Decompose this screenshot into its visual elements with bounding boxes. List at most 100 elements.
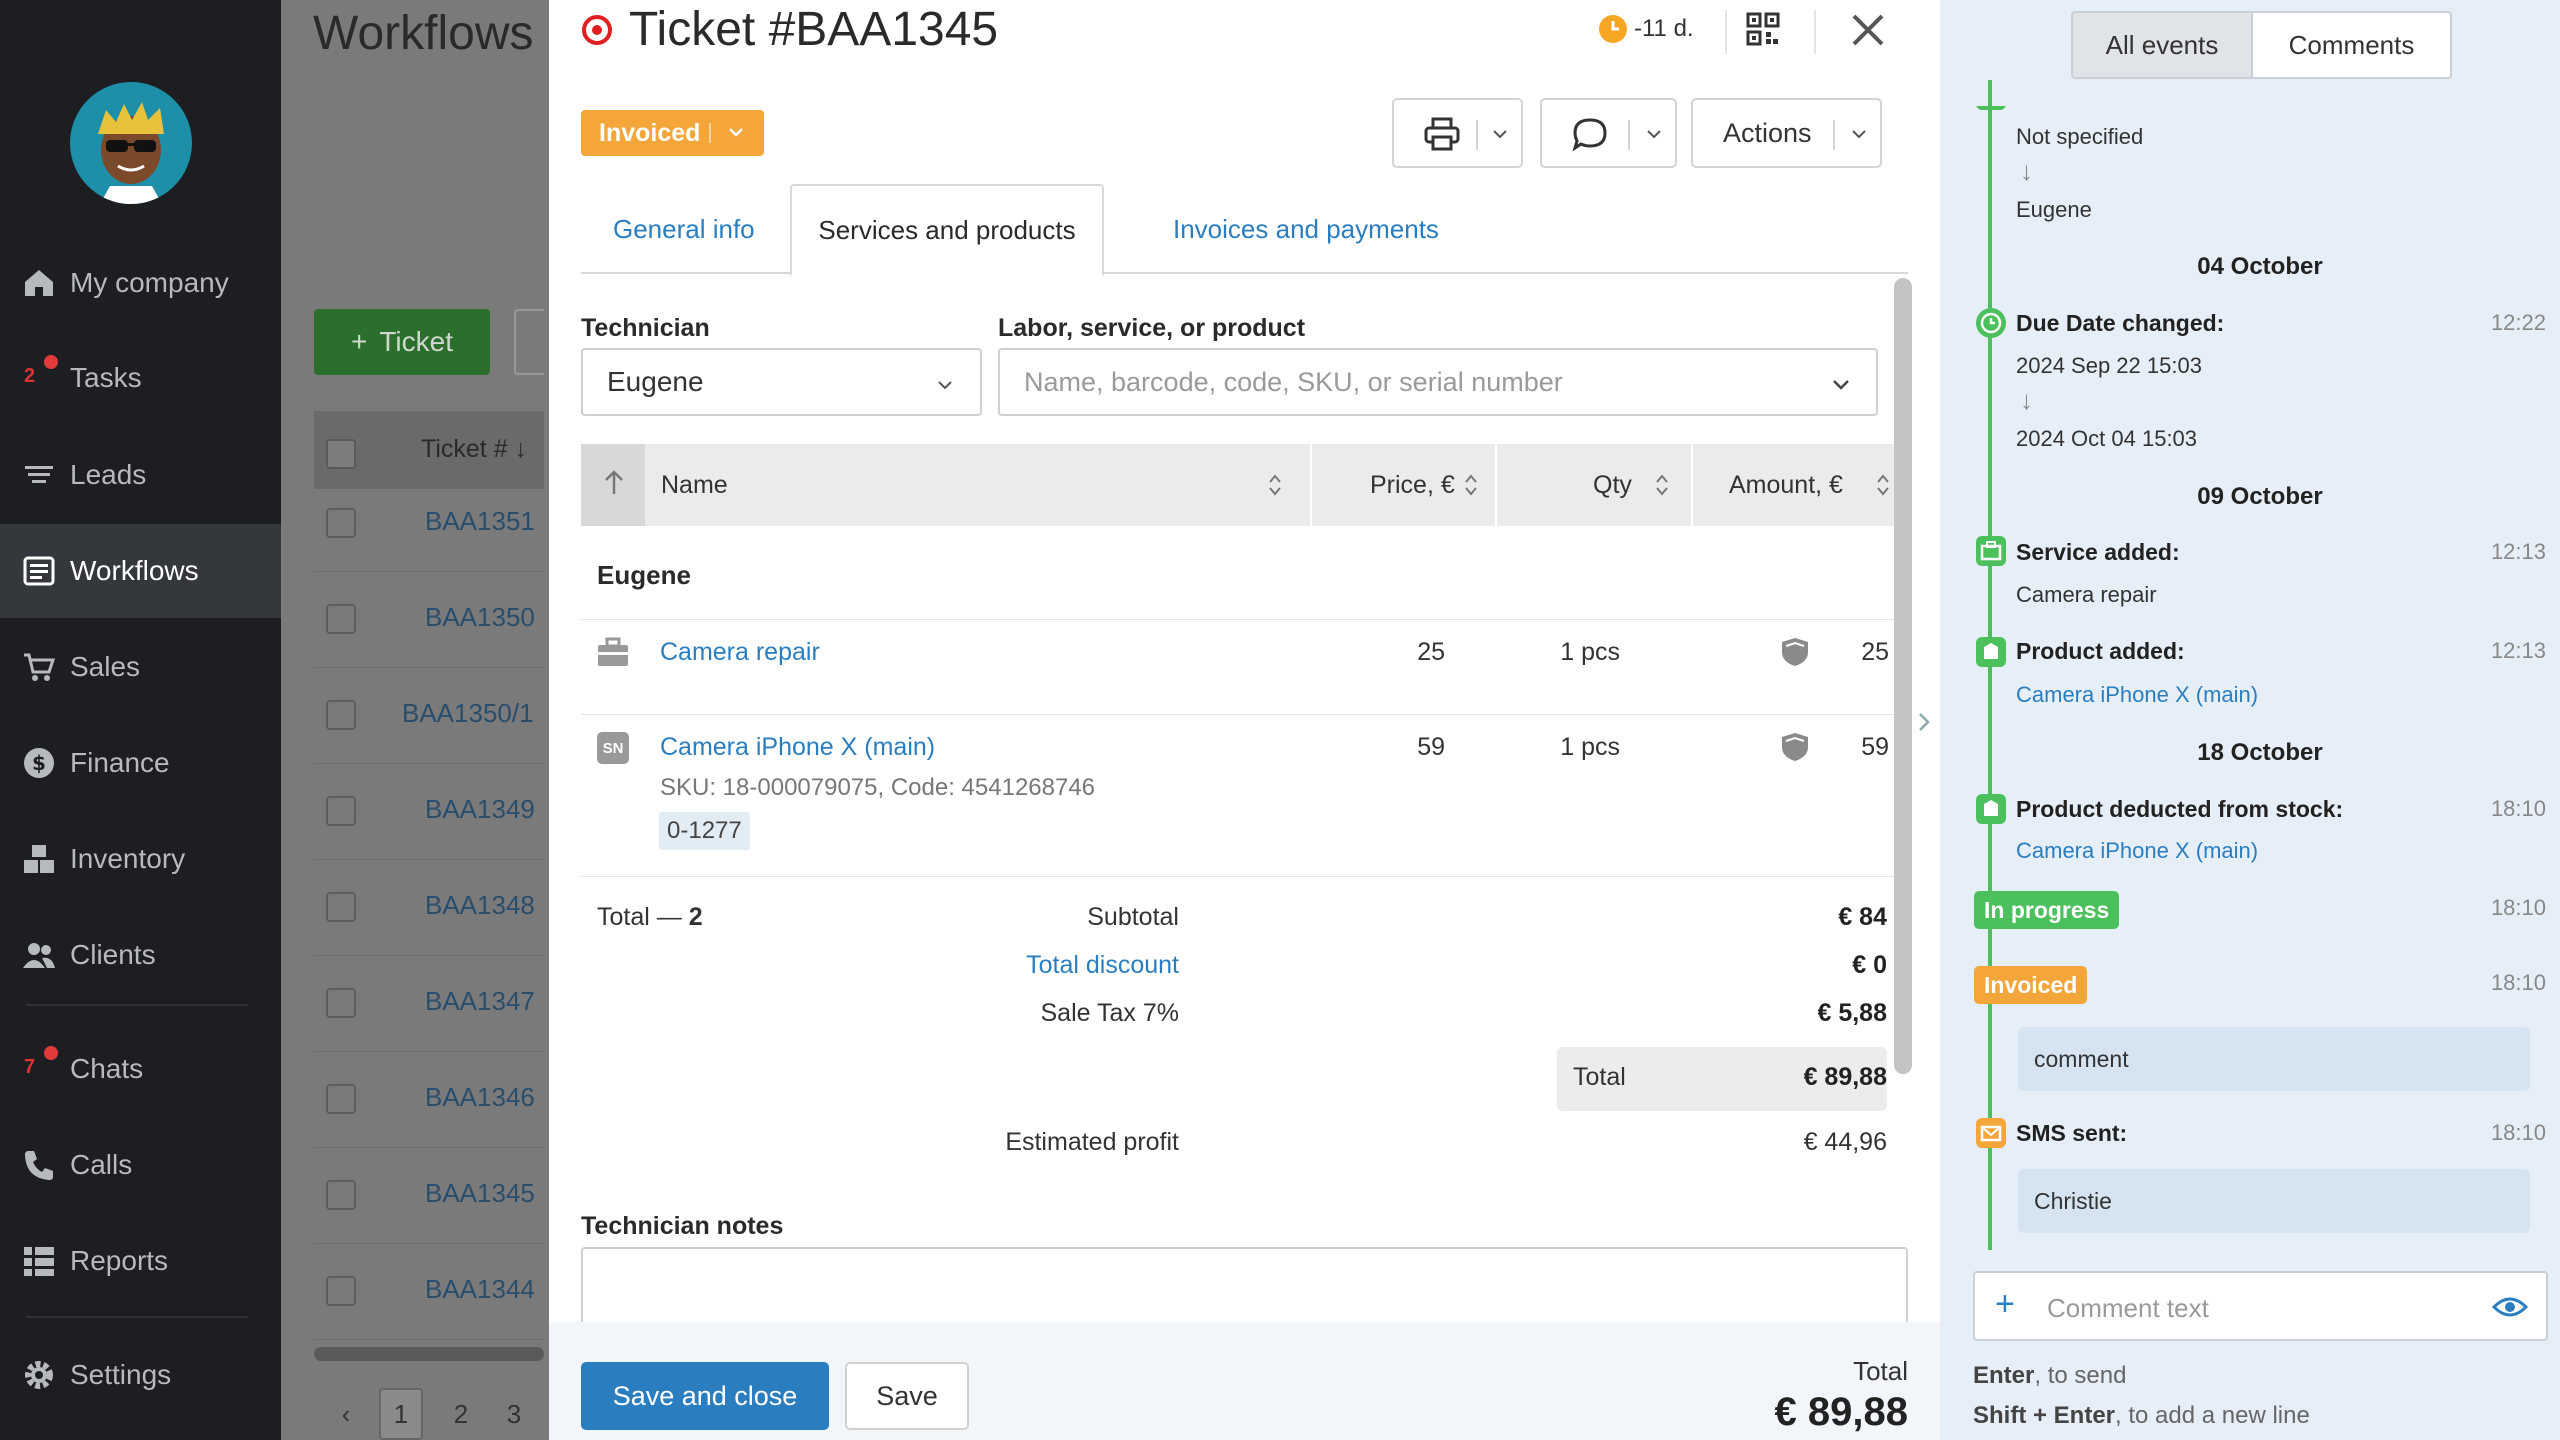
horizontal-scrollbar[interactable] [314,1347,544,1361]
page-1-button[interactable]: 1 [379,1388,423,1440]
chevron-down-icon [938,381,952,390]
due-timer[interactable]: -11 d. [1598,14,1694,44]
serial-number-tag[interactable]: 0-1277 [659,812,750,850]
row-checkbox[interactable] [326,700,356,730]
save-button[interactable]: Save [845,1362,969,1430]
tab-general-info[interactable]: General info [613,184,755,274]
sidebar-item-calls[interactable]: Calls [0,1118,281,1212]
table-row[interactable]: BAA1351 [314,476,544,572]
column-ticket-number[interactable]: Ticket # ↓ [421,435,527,464]
tab-all-events[interactable]: All events [2071,11,2253,79]
table-row[interactable]: BAA1346 [314,1052,544,1148]
select-all-checkbox[interactable] [326,439,356,469]
sidebar-item-inventory[interactable]: Inventory [0,812,281,906]
event-value: Camera repair [2016,582,2157,607]
item-name-link[interactable]: Camera repair [660,638,820,667]
prev-page-button[interactable]: ‹ [331,1388,361,1440]
table-row[interactable]: BAA1349 [314,764,544,860]
cart-icon [24,653,56,681]
row-checkbox[interactable] [326,508,356,538]
sidebar-divider [26,1004,248,1006]
save-and-close-button[interactable]: Save and close [581,1362,829,1430]
page-3-button[interactable]: 3 [499,1388,529,1440]
row-checkbox[interactable] [326,796,356,826]
event-product-link[interactable]: Camera iPhone X (main) [2016,838,2258,864]
total-discount-link[interactable]: Total discount [1026,951,1179,980]
sidebar-item-reports[interactable]: Reports [0,1214,281,1308]
tab-invoices-and-payments[interactable]: Invoices and payments [1173,184,1439,274]
status-dropdown[interactable]: Invoiced [581,110,764,156]
table-row[interactable]: BAA1345 [314,1148,544,1244]
column-price[interactable]: Price, € [1370,444,1455,526]
sidebar-item-settings[interactable]: Settings [0,1328,281,1422]
column-qty[interactable]: Qty [1593,444,1632,526]
technician-select[interactable]: Eugene [581,348,982,416]
sidebar-item-finance[interactable]: $ Finance [0,716,281,810]
plus-icon[interactable]: + [1995,1285,2015,1324]
page-2-button[interactable]: 2 [441,1388,481,1440]
qr-code-icon[interactable] [1746,12,1780,46]
sidebar-item-my-company[interactable]: My company [0,236,281,330]
sort-order-button[interactable] [581,444,645,526]
sort-icon[interactable] [1463,472,1479,498]
secondary-button[interactable] [514,309,544,375]
user-avatar[interactable] [70,82,192,204]
panel-collapse-handle[interactable] [1912,706,1936,738]
sort-icon[interactable] [1267,472,1283,498]
row-checkbox[interactable] [326,988,356,1018]
sidebar-item-sales[interactable]: Sales [0,620,281,714]
row-checkbox[interactable] [326,1084,356,1114]
item-qty[interactable]: 1 pcs [1560,638,1620,667]
column-amount[interactable]: Amount, € [1729,444,1843,526]
table-row[interactable]: BAA1350 [314,572,544,668]
table-row[interactable]: BAA1350/1 [314,668,544,764]
product-search-select[interactable]: Name, barcode, code, SKU, or serial numb… [998,348,1878,416]
ticket-link[interactable]: BAA1345 [425,1178,535,1209]
row-checkbox[interactable] [326,604,356,634]
message-button[interactable] [1540,98,1677,168]
row-checkbox[interactable] [326,1180,356,1210]
tasks-count-badge: 2 [24,365,36,387]
sort-icon[interactable] [1875,472,1891,498]
row-checkbox[interactable] [326,892,356,922]
add-ticket-button[interactable]: + Ticket [314,309,490,375]
eye-icon[interactable] [2492,1293,2528,1321]
ticket-link[interactable]: BAA1344 [425,1274,535,1305]
sort-icon[interactable] [1654,472,1670,498]
ticket-link[interactable]: BAA1347 [425,986,535,1017]
item-name-link[interactable]: Camera iPhone X (main) [660,733,935,762]
event-product-link[interactable]: Camera iPhone X (main) [2016,682,2258,708]
stock-event-icon [1976,794,2006,824]
sidebar-item-chats[interactable]: 7 Chats [0,1022,281,1116]
total-count: Total — 2 [597,903,703,931]
sidebar-item-tasks[interactable]: 2 Tasks [0,331,281,425]
subtotal-value: € 84 [1838,903,1887,931]
sidebar-item-clients[interactable]: Clients [0,908,281,1002]
ticket-link[interactable]: BAA1350 [425,602,535,633]
item-qty[interactable]: 1 pcs [1560,733,1620,762]
ticket-link[interactable]: BAA1348 [425,890,535,921]
tab-comments[interactable]: Comments [2251,11,2452,79]
actions-dropdown[interactable]: Actions [1691,98,1882,168]
table-row[interactable]: BAA1348 [314,860,544,956]
table-row[interactable]: BAA1344 [314,1244,544,1340]
close-icon[interactable] [1846,8,1890,52]
ticket-link[interactable]: BAA1351 [425,506,535,537]
ticket-link[interactable]: BAA1350/1 [402,698,534,729]
row-checkbox[interactable] [326,1276,356,1306]
sidebar-item-leads[interactable]: Leads [0,428,281,522]
print-button[interactable] [1392,98,1523,168]
warranty-shield-icon[interactable] [1780,636,1810,668]
ticket-link[interactable]: BAA1346 [425,1082,535,1113]
table-row[interactable]: BAA1347 [314,956,544,1052]
ticket-link[interactable]: BAA1349 [425,794,535,825]
item-amount: 25 [1861,638,1889,666]
comment-input[interactable]: + Comment text [1973,1271,2548,1341]
sidebar-item-workflows[interactable]: Workflows [0,524,281,618]
printer-icon [1424,117,1460,151]
warranty-shield-icon[interactable] [1780,731,1810,763]
tab-services-and-products[interactable]: Services and products [790,184,1104,276]
sidebar-item-label: Sales [70,651,141,682]
vertical-scrollbar[interactable] [1894,278,1912,1074]
column-name[interactable]: Name [661,444,728,526]
